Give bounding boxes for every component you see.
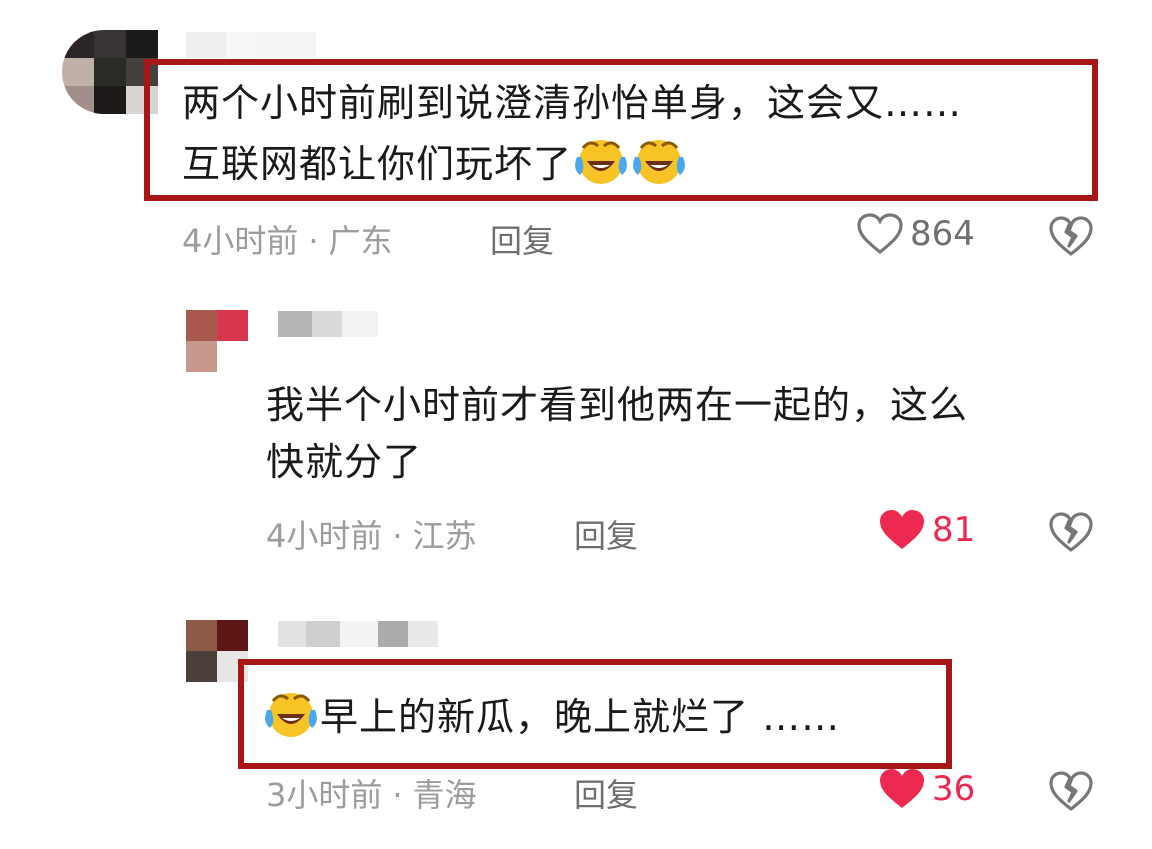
like-count: 36 — [932, 769, 976, 809]
username[interactable] — [278, 311, 378, 337]
comment-text: 早上的新瓜，晚上就烂了 …… — [320, 695, 841, 739]
broken-heart-icon[interactable] — [1048, 769, 1094, 813]
like-count: 864 — [910, 214, 975, 254]
broken-heart-icon[interactable] — [1048, 214, 1094, 258]
reply-button[interactable]: 回复 — [490, 216, 554, 262]
comment-text-line: 两个小时前刷到说澄清孙怡单身，这会又…… — [182, 81, 963, 125]
broken-heart-icon[interactable] — [1048, 510, 1094, 554]
heart-filled-icon — [880, 510, 924, 549]
timestamp: 3小时前 — [266, 776, 383, 814]
comment-text-line: 快就分了 — [266, 440, 423, 484]
location: 江苏 — [412, 517, 477, 555]
username[interactable] — [186, 32, 316, 58]
username[interactable] — [278, 621, 438, 647]
comment-meta: 4小时前 · 广东 — [182, 222, 393, 260]
laugh-cry-emoji-icon — [575, 140, 627, 184]
comment-text-line: 互联网都让你们玩坏了 — [182, 135, 688, 193]
like-button[interactable]: 864 — [856, 212, 975, 256]
reply-button[interactable]: 回复 — [574, 770, 638, 816]
location: 青海 — [412, 776, 477, 814]
comment-text: 互联网都让你们玩坏了 — [182, 142, 573, 186]
comment-text-line: 我半个小时前才看到他两在一起的，这么 — [266, 383, 969, 427]
timestamp: 4小时前 — [182, 222, 299, 260]
location: 广东 — [328, 222, 393, 260]
avatar[interactable] — [186, 310, 248, 372]
comment-meta: 3小时前 · 青海 — [266, 776, 477, 814]
laugh-cry-emoji-icon — [633, 140, 685, 184]
like-count: 81 — [932, 510, 976, 550]
comment-meta: 4小时前 · 江苏 — [266, 517, 477, 555]
comment-text-line: 早上的新瓜，晚上就烂了 …… — [262, 688, 840, 746]
timestamp: 4小时前 — [266, 517, 383, 555]
like-button[interactable]: 36 — [878, 767, 975, 811]
heart-outline-icon — [857, 213, 903, 255]
like-button[interactable]: 81 — [878, 508, 975, 552]
reply-button[interactable]: 回复 — [574, 511, 638, 557]
heart-filled-icon — [880, 769, 924, 808]
laugh-cry-emoji-icon — [265, 693, 317, 737]
